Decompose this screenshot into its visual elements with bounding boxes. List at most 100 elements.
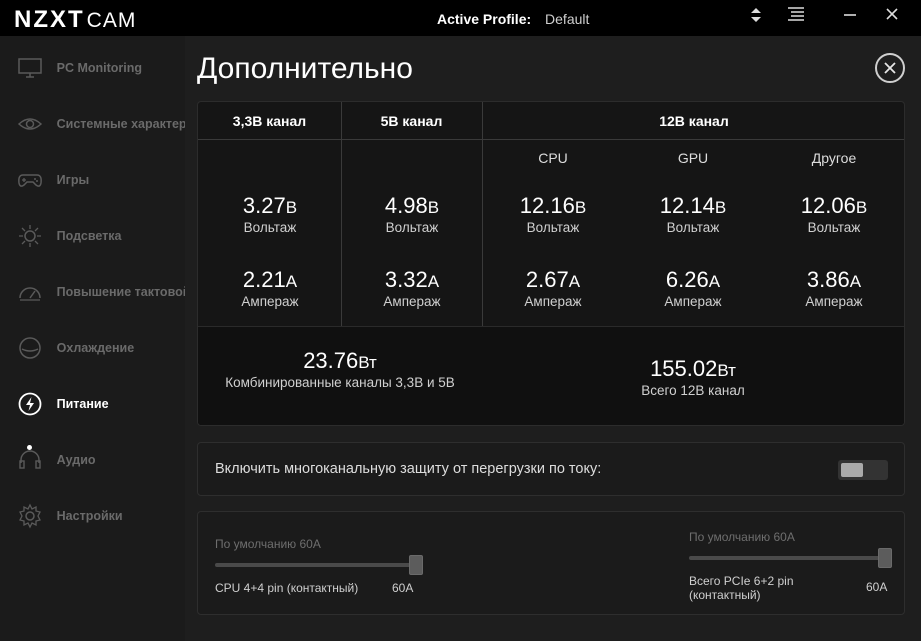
cpu-slider-track[interactable] (215, 563, 423, 567)
amperage-value: 6.26 (665, 267, 709, 292)
sun-icon (16, 222, 44, 250)
voltage-reading-5v: 4.98В Вольтаж (342, 194, 482, 236)
voltage-caption: Вольтаж (243, 220, 297, 235)
amperage-value: 2.67 (525, 267, 569, 292)
voltage-value: 4.98 (384, 193, 428, 218)
overcurrent-protection-label: Включить многоканальную защиту от перегр… (215, 461, 602, 477)
sidebar-item-games[interactable]: Игры (0, 160, 185, 200)
total-12v-power: 155.02Вт Всего 12В канал (618, 357, 768, 399)
sidebar-item-overclocking[interactable]: Повышение тактовой (0, 272, 185, 312)
subhead-gpu: GPU (677, 150, 709, 166)
sidebar-item-label: Аудио (56, 453, 96, 467)
updown-icon[interactable] (744, 6, 768, 30)
pcie-slider-track[interactable] (689, 556, 892, 560)
amperage-reading-3v3: 2.21А Ампераж (200, 268, 340, 310)
cpu-slider-default: По умолчанию 60А (215, 537, 321, 551)
pcie-slider-default: По умолчанию 60А (689, 530, 795, 544)
close-icon (884, 62, 896, 74)
active-profile-value[interactable]: Default (545, 11, 589, 27)
combined-power-unit: Вт (358, 353, 377, 372)
overcurrent-protection-row: Включить многоканальную защиту от перегр… (197, 442, 905, 496)
combined-power-caption: Комбинированные каналы 3,3В и 5В (225, 375, 455, 390)
voltage-reading-other: 12.06В Вольтаж (764, 194, 904, 236)
logo-bold-text: NZXT (14, 6, 85, 33)
close-icon[interactable] (880, 6, 904, 30)
amperage-unit: А (427, 272, 440, 291)
sidebar-item-lighting[interactable]: Подсветка (0, 216, 185, 256)
active-profile[interactable]: Active Profile: Default (437, 11, 589, 27)
sidebar-item-label: Охлаждение (56, 341, 135, 355)
combined-power-value: 23.76 (303, 348, 359, 373)
voltage-value: 3.27 (242, 193, 286, 218)
voltage-reading-3v3: 3.27В Вольтаж (200, 194, 340, 236)
subhead-other: Другое (811, 150, 857, 166)
page-title: Дополнительно (197, 52, 413, 85)
total-12v-caption: Всего 12В канал (641, 383, 745, 398)
headset-icon (16, 446, 44, 474)
amperage-caption: Ампераж (805, 294, 863, 309)
voltage-reading-gpu: 12.14В Вольтаж (623, 194, 763, 236)
pcie-slider-thumb[interactable] (878, 548, 892, 568)
combined-3v3-5v-power: 23.76Вт Комбинированные каналы 3,3В и 5В (220, 349, 460, 391)
total-12v-unit: Вт (717, 361, 736, 380)
sidebar-item-settings[interactable]: Настройки (0, 496, 185, 536)
amperage-reading-5v: 3.32А Ампераж (342, 268, 482, 310)
sidebar-item-system-specs[interactable]: Системные характеристики (0, 104, 185, 144)
sidebar-item-label: Системные характеристики (56, 117, 185, 131)
channel-5v-header: 5В канал (341, 102, 482, 140)
eye-icon (16, 110, 44, 138)
minimize-icon[interactable] (838, 6, 862, 30)
channel-3v3-header: 3,3В канал (198, 102, 341, 140)
menu-icon[interactable] (784, 6, 808, 30)
amperage-reading-other: 3.86А Ампераж (764, 268, 904, 310)
cpu-slider-label: CPU 4+4 pin (контактный) (215, 581, 359, 595)
sidebar-item-power[interactable]: Питание (0, 384, 185, 424)
cpu-slider-thumb[interactable] (409, 555, 423, 575)
close-page-button[interactable] (875, 53, 905, 83)
current-limit-sliders: По умолчанию 60А CPU 4+4 pin (контактный… (197, 511, 905, 615)
title-bar: NZXTCAM Active Profile: Default (0, 0, 921, 36)
voltage-value: 12.06 (800, 193, 856, 218)
amperage-caption: Ампераж (524, 294, 582, 309)
gauge-icon (16, 278, 44, 306)
voltage-value: 12.14 (659, 193, 715, 218)
voltage-caption: Вольтаж (666, 220, 720, 235)
toggle-knob (841, 463, 863, 477)
sidebar-item-cooling[interactable]: Охлаждение (0, 328, 185, 368)
subhead-cpu: CPU (538, 150, 568, 166)
active-indicator-dot (27, 445, 32, 450)
sidebar-item-label: PC Monitoring (56, 61, 143, 75)
sidebar-item-pc-monitoring[interactable]: PC Monitoring (0, 48, 185, 88)
sidebar-item-label: Питание (56, 397, 109, 411)
voltage-unit: В (574, 198, 587, 217)
logo-thin-text: CAM (86, 9, 137, 32)
amperage-unit: А (849, 272, 862, 291)
gear-icon (16, 502, 44, 530)
sidebar-item-label: Подсветка (56, 229, 122, 243)
sidebar-item-label: Игры (56, 173, 90, 187)
voltage-unit: В (285, 198, 298, 217)
power-channels-panel: 3,3В канал 5В канал 12В канал CPU GPU Др… (197, 101, 905, 426)
sidebar-item-label: Настройки (56, 509, 123, 523)
voltage-unit: В (427, 198, 440, 217)
pcie-slider-label: Всего PCIe 6+2 pin (контактный) (689, 574, 794, 602)
amperage-caption: Ампераж (383, 294, 441, 309)
voltage-caption: Вольтаж (385, 220, 439, 235)
monitor-icon (16, 54, 44, 82)
amperage-value: 3.86 (806, 267, 850, 292)
amperage-unit: А (568, 272, 581, 291)
amperage-value: 3.32 (384, 267, 428, 292)
voltage-unit: В (855, 198, 868, 217)
total-12v-value: 155.02 (650, 356, 718, 381)
amperage-reading-cpu: 2.67А Ампераж (483, 268, 623, 310)
fan-icon (16, 334, 44, 362)
amperage-reading-gpu: 6.26А Ампераж (623, 268, 763, 310)
active-profile-label: Active Profile: (437, 11, 532, 27)
pcie-slider-value: 60А (866, 580, 888, 594)
amperage-caption: Ампераж (664, 294, 722, 309)
overcurrent-protection-toggle[interactable] (838, 460, 888, 480)
cpu-slider-value: 60А (392, 581, 414, 595)
amperage-unit: А (708, 272, 721, 291)
amperage-unit: А (285, 272, 298, 291)
sidebar-item-label: Повышение тактовой (56, 285, 185, 299)
